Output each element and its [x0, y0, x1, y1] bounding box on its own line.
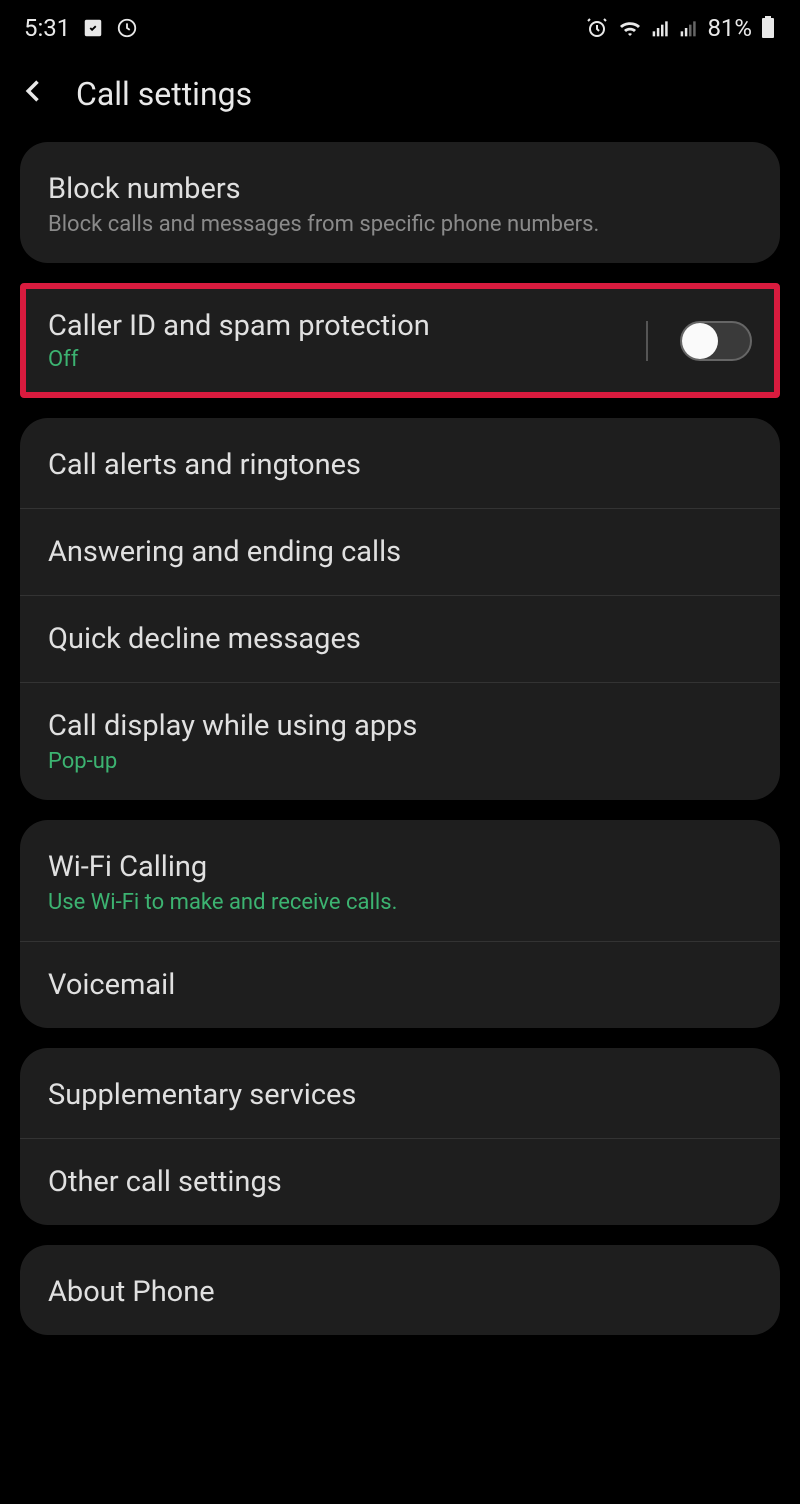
status-right: 81%: [585, 14, 776, 42]
status-time: 5:31: [24, 14, 70, 42]
checkbox-icon: [82, 17, 104, 39]
quick-decline-item[interactable]: Quick decline messages: [20, 595, 780, 682]
block-numbers-title: Block numbers: [48, 172, 752, 206]
settings-group-3: Wi-Fi Calling Use Wi-Fi to make and rece…: [20, 820, 780, 1028]
call-alerts-title: Call alerts and ringtones: [48, 448, 752, 482]
other-settings-item[interactable]: Other call settings: [20, 1138, 780, 1225]
wifi-calling-subtitle: Use Wi-Fi to make and receive calls.: [48, 890, 752, 915]
settings-group-2: Call alerts and ringtones Answering and …: [20, 418, 780, 800]
quick-decline-title: Quick decline messages: [48, 622, 752, 656]
status-bar: 5:31 81%: [0, 0, 800, 56]
block-numbers-item[interactable]: Block numbers Block calls and messages f…: [20, 142, 780, 263]
answering-title: Answering and ending calls: [48, 535, 752, 569]
about-phone-title: About Phone: [48, 1275, 752, 1309]
voicemail-title: Voicemail: [48, 968, 752, 1002]
other-settings-title: Other call settings: [48, 1165, 752, 1199]
call-alerts-item[interactable]: Call alerts and ringtones: [20, 418, 780, 508]
supplementary-title: Supplementary services: [48, 1078, 752, 1112]
status-left: 5:31: [24, 14, 138, 42]
caller-id-toggle[interactable]: [680, 321, 752, 361]
signal-icon-1: [651, 18, 671, 38]
settings-group-4: Supplementary services Other call settin…: [20, 1048, 780, 1225]
clock-icon: [116, 17, 138, 39]
settings-group-1: Block numbers Block calls and messages f…: [20, 142, 780, 263]
battery-percent: 81%: [707, 14, 752, 42]
caller-id-spam-item[interactable]: Caller ID and spam protection Off: [20, 283, 780, 398]
call-display-title: Call display while using apps: [48, 709, 752, 743]
answering-item[interactable]: Answering and ending calls: [20, 508, 780, 595]
back-button[interactable]: [20, 74, 48, 114]
signal-icon-2: [679, 18, 699, 38]
call-display-subtitle: Pop-up: [48, 749, 752, 774]
wifi-calling-title: Wi-Fi Calling: [48, 850, 752, 884]
alarm-icon: [585, 16, 609, 40]
wifi-calling-item[interactable]: Wi-Fi Calling Use Wi-Fi to make and rece…: [20, 820, 780, 941]
voicemail-item[interactable]: Voicemail: [20, 941, 780, 1028]
caller-id-status: Off: [48, 347, 646, 372]
supplementary-item[interactable]: Supplementary services: [20, 1048, 780, 1138]
caller-id-title: Caller ID and spam protection: [48, 309, 646, 343]
about-phone-item[interactable]: About Phone: [20, 1245, 780, 1335]
settings-group-5: About Phone: [20, 1245, 780, 1335]
wifi-icon: [617, 16, 643, 40]
call-display-item[interactable]: Call display while using apps Pop-up: [20, 682, 780, 800]
block-numbers-subtitle: Block calls and messages from specific p…: [48, 212, 752, 237]
battery-icon: [760, 16, 776, 40]
page-title: Call settings: [76, 75, 252, 113]
page-header: Call settings: [0, 56, 800, 142]
